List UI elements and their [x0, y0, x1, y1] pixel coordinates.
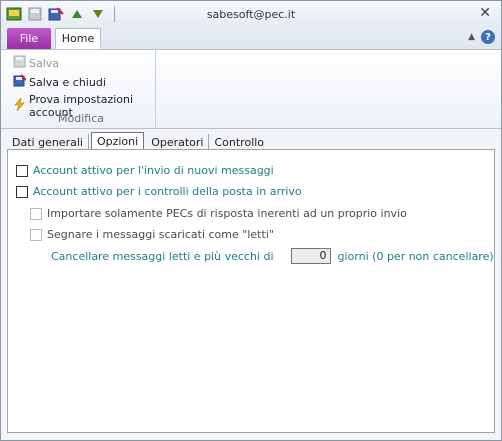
mark-read-label: Segnare i messaggi scaricati come "letti…: [47, 228, 274, 241]
delete-days-input[interactable]: 0: [290, 248, 331, 264]
save-button-label: Salva: [29, 56, 60, 70]
tab-opzioni[interactable]: Opzioni: [90, 132, 145, 150]
send-active-option[interactable]: Account attivo per l'invio di nuovi mess…: [16, 164, 274, 177]
options-panel: Account attivo per l'invio di nuovi mess…: [7, 149, 495, 433]
tab-operatori[interactable]: Operatori: [146, 134, 210, 150]
window-title: sabesoft@pec.it: [206, 8, 296, 21]
send-active-label: Account attivo per l'invio di nuovi mess…: [33, 164, 274, 177]
import-reply-checkbox[interactable]: [30, 207, 42, 220]
ribbon-tab-strip: File Home ▲ ?: [1, 28, 501, 50]
tab-dati-generali[interactable]: Dati generali: [7, 134, 89, 150]
tab-controllo[interactable]: Controllo: [209, 134, 269, 150]
save-close-button[interactable]: Salva e chiudi: [13, 74, 106, 90]
tab-file[interactable]: File: [7, 28, 51, 49]
mark-read-option[interactable]: Segnare i messaggi scaricati come "letti…: [30, 228, 274, 241]
delete-days-suffix: giorni (0 per non cancellare): [337, 249, 494, 263]
save-close-label: Salva e chiudi: [29, 75, 106, 89]
delete-old-row: Cancellare messaggi letti e più vecchi d…: [51, 248, 494, 264]
import-reply-label: Importare solamente PECs di risposta ine…: [47, 207, 407, 220]
receive-active-checkbox[interactable]: [16, 185, 28, 198]
help-icon[interactable]: ?: [481, 30, 495, 44]
tab-home[interactable]: Home: [55, 28, 101, 49]
receive-active-label: Account attivo per i controlli della pos…: [33, 185, 302, 198]
ribbon-group-label: Modifica: [58, 112, 104, 125]
content-tab-strip: Dati generali Opzioni Operatori Controll…: [7, 132, 269, 150]
ribbon-group-modifica: Salva Salva e chiudi Prova impostazioni …: [7, 50, 156, 128]
save-close-icon: [13, 74, 27, 90]
receive-active-option[interactable]: Account attivo per i controlli della pos…: [16, 185, 302, 198]
title-bar: sabesoft@pec.it ✕: [1, 1, 501, 28]
ribbon-collapse-icon[interactable]: ▲: [468, 32, 475, 42]
app-window: sabesoft@pec.it ✕ File Home ▲ ? Salva Sa…: [0, 0, 502, 441]
ribbon-panel: Salva Salva e chiudi Prova impostazioni …: [1, 50, 501, 129]
mark-read-checkbox[interactable]: [30, 228, 42, 241]
import-reply-option[interactable]: Importare solamente PECs di risposta ine…: [30, 207, 407, 220]
close-icon[interactable]: ✕: [479, 5, 491, 21]
send-active-checkbox[interactable]: [16, 164, 28, 177]
delete-old-label: Cancellare messaggi letti e più vecchi d…: [51, 249, 274, 263]
save-icon: [13, 55, 26, 71]
save-button[interactable]: Salva: [13, 55, 59, 71]
